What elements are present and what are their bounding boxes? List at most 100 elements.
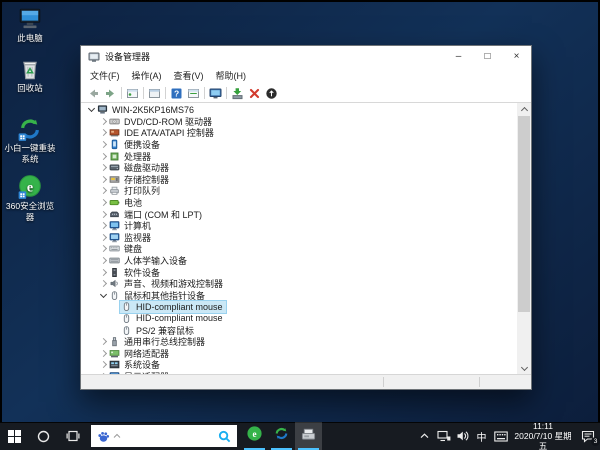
taskbar-app-360-browser[interactable]: e: [241, 422, 268, 450]
search-input[interactable]: [121, 430, 218, 442]
tree-expander-collapsed-icon[interactable]: [98, 119, 108, 124]
scroll-up-arrow-icon[interactable]: [517, 103, 531, 115]
device-manager-icon: [88, 51, 105, 63]
tree-item[interactable]: 处理器: [81, 150, 517, 162]
desktop-icon-xiaobai-reinstall[interactable]: 小白一键重装系统: [2, 116, 58, 164]
tree-item[interactable]: 通用串行总线控制器: [81, 336, 517, 348]
tree-expander-collapsed-icon[interactable]: [98, 246, 108, 251]
tree-expander-collapsed-icon[interactable]: [98, 270, 108, 275]
tree-item[interactable]: PS/2 兼容鼠标: [81, 324, 517, 336]
device-tree-pane: WIN-2K5KP16MS76 DVD/CD-ROM 驱动器 IDE ATA/A…: [81, 103, 531, 374]
taskbar-app-device-manager[interactable]: [295, 422, 322, 450]
uninstall-device-icon: [248, 87, 261, 100]
tree-expander-collapsed-icon[interactable]: [98, 177, 108, 182]
desktop-icon-360-browser[interactable]: e 360安全浏览器: [2, 174, 58, 222]
tree-item[interactable]: 电池: [81, 197, 517, 209]
minimize-button[interactable]: –: [444, 46, 473, 67]
tree-expander-collapsed-icon[interactable]: [98, 339, 108, 344]
system-devices-icon: [109, 359, 121, 370]
svg-text:e: e: [27, 179, 33, 195]
menu-item[interactable]: 文件(F): [84, 69, 126, 82]
tree-item[interactable]: 磁盘驱动器: [81, 162, 517, 174]
tree-item[interactable]: 键盘: [81, 243, 517, 255]
tree-expander-collapsed-icon[interactable]: [98, 258, 108, 263]
tree-item[interactable]: DVD/CD-ROM 驱动器: [81, 116, 517, 128]
tree-expander-collapsed-icon[interactable]: [98, 165, 108, 170]
properties-window-button[interactable]: [185, 86, 202, 101]
console-tree-button[interactable]: [124, 86, 141, 101]
uninstall-device-button[interactable]: [246, 86, 263, 101]
task-view-button[interactable]: [58, 422, 87, 450]
tree-expander-expanded-icon[interactable]: [98, 294, 108, 297]
desktop-icon-this-pc[interactable]: 此电脑: [2, 6, 58, 44]
cortana-button[interactable]: [29, 422, 58, 450]
network-icon[interactable]: [434, 422, 453, 450]
hid-device-icon: [109, 255, 121, 266]
volume-icon[interactable]: [453, 422, 472, 450]
taskbar-app-xiaobai-reinstall[interactable]: [268, 422, 295, 450]
tree-expander-collapsed-icon[interactable]: [98, 212, 108, 217]
action-center-button[interactable]: 3: [576, 422, 600, 450]
tree-expander-collapsed-icon[interactable]: [98, 281, 108, 286]
tree-item[interactable]: 软件设备: [81, 266, 517, 278]
tree-expander-collapsed-icon[interactable]: [98, 200, 108, 205]
tree-expander-collapsed-icon[interactable]: [98, 142, 108, 147]
tree-item[interactable]: 监视器: [81, 232, 517, 244]
tree-item-label: WIN-2K5KP16MS76: [112, 105, 194, 115]
maximize-button[interactable]: □: [473, 46, 502, 67]
back-button[interactable]: [85, 86, 102, 101]
hidden-icons-chevron-icon[interactable]: [415, 422, 434, 450]
console-window-icon: [148, 87, 161, 100]
tree-item-label: HID-compliant mouse: [136, 313, 223, 323]
taskbar-search-box[interactable]: [91, 425, 237, 447]
forward-button[interactable]: [102, 86, 119, 101]
tree-expander-collapsed-icon[interactable]: [98, 223, 108, 228]
close-button[interactable]: ×: [502, 46, 531, 67]
tree-item[interactable]: 便携设备: [81, 139, 517, 151]
tree-item[interactable]: 声音、视频和游戏控制器: [81, 278, 517, 290]
scrollbar-thumb[interactable]: [518, 116, 530, 312]
tree-item[interactable]: 存储控制器: [81, 174, 517, 186]
tree-item[interactable]: 计算机: [81, 220, 517, 232]
tree-expander-collapsed-icon[interactable]: [98, 362, 108, 367]
touch-keyboard-icon[interactable]: [491, 422, 510, 450]
ime-indicator[interactable]: 中: [472, 422, 491, 450]
tree-item[interactable]: WIN-2K5KP16MS76: [81, 104, 517, 116]
menu-item[interactable]: 查看(V): [168, 69, 210, 82]
disk-drive-icon: [109, 162, 121, 173]
tree-item[interactable]: 人体学输入设备: [81, 255, 517, 267]
device-manager-window: 设备管理器 –□× 文件(F)操作(A)查看(V)帮助(H) ? WIN-2K5…: [80, 45, 532, 390]
taskbar-clock[interactable]: 11:11 2020/7/10 星期五: [511, 421, 575, 450]
toolbar-separator: [226, 87, 227, 99]
computer-monitor-button[interactable]: [207, 86, 224, 101]
device-tree: WIN-2K5KP16MS76 DVD/CD-ROM 驱动器 IDE ATA/A…: [81, 104, 517, 374]
tree-item[interactable]: HID-compliant mouse: [81, 313, 517, 325]
storage-controller-icon: [109, 174, 121, 185]
tree-item[interactable]: 打印队列: [81, 185, 517, 197]
ide-controller-icon: [109, 127, 121, 138]
menu-item[interactable]: 帮助(H): [210, 69, 253, 82]
menu-item[interactable]: 操作(A): [126, 69, 168, 82]
vertical-scrollbar[interactable]: [517, 103, 531, 374]
console-window-button[interactable]: [146, 86, 163, 101]
cortana-circle-icon: [37, 430, 50, 443]
tree-expander-expanded-icon[interactable]: [86, 108, 96, 111]
tree-item[interactable]: 网络适配器: [81, 347, 517, 359]
start-button[interactable]: [0, 422, 29, 450]
tree-expander-collapsed-icon[interactable]: [98, 154, 108, 159]
tree-expander-collapsed-icon[interactable]: [98, 130, 108, 135]
tree-item[interactable]: IDE ATA/ATAPI 控制器: [81, 127, 517, 139]
tree-expander-collapsed-icon[interactable]: [98, 235, 108, 240]
tree-expander-collapsed-icon[interactable]: [98, 188, 108, 193]
scroll-down-arrow-icon[interactable]: [517, 362, 531, 374]
tree-item[interactable]: HID-compliant mouse: [81, 301, 517, 313]
processor-icon: [109, 151, 121, 162]
help-button[interactable]: ?: [168, 86, 185, 101]
tree-expander-collapsed-icon[interactable]: [98, 351, 108, 356]
desktop-icon-recycle-bin[interactable]: 回收站: [2, 56, 58, 94]
tree-item[interactable]: 系统设备: [81, 359, 517, 371]
tree-item[interactable]: 端口 (COM 和 LPT): [81, 208, 517, 220]
update-driver-button[interactable]: [229, 86, 246, 101]
tree-item[interactable]: 鼠标和其他指针设备: [81, 290, 517, 302]
scan-hardware-button[interactable]: [263, 86, 280, 101]
